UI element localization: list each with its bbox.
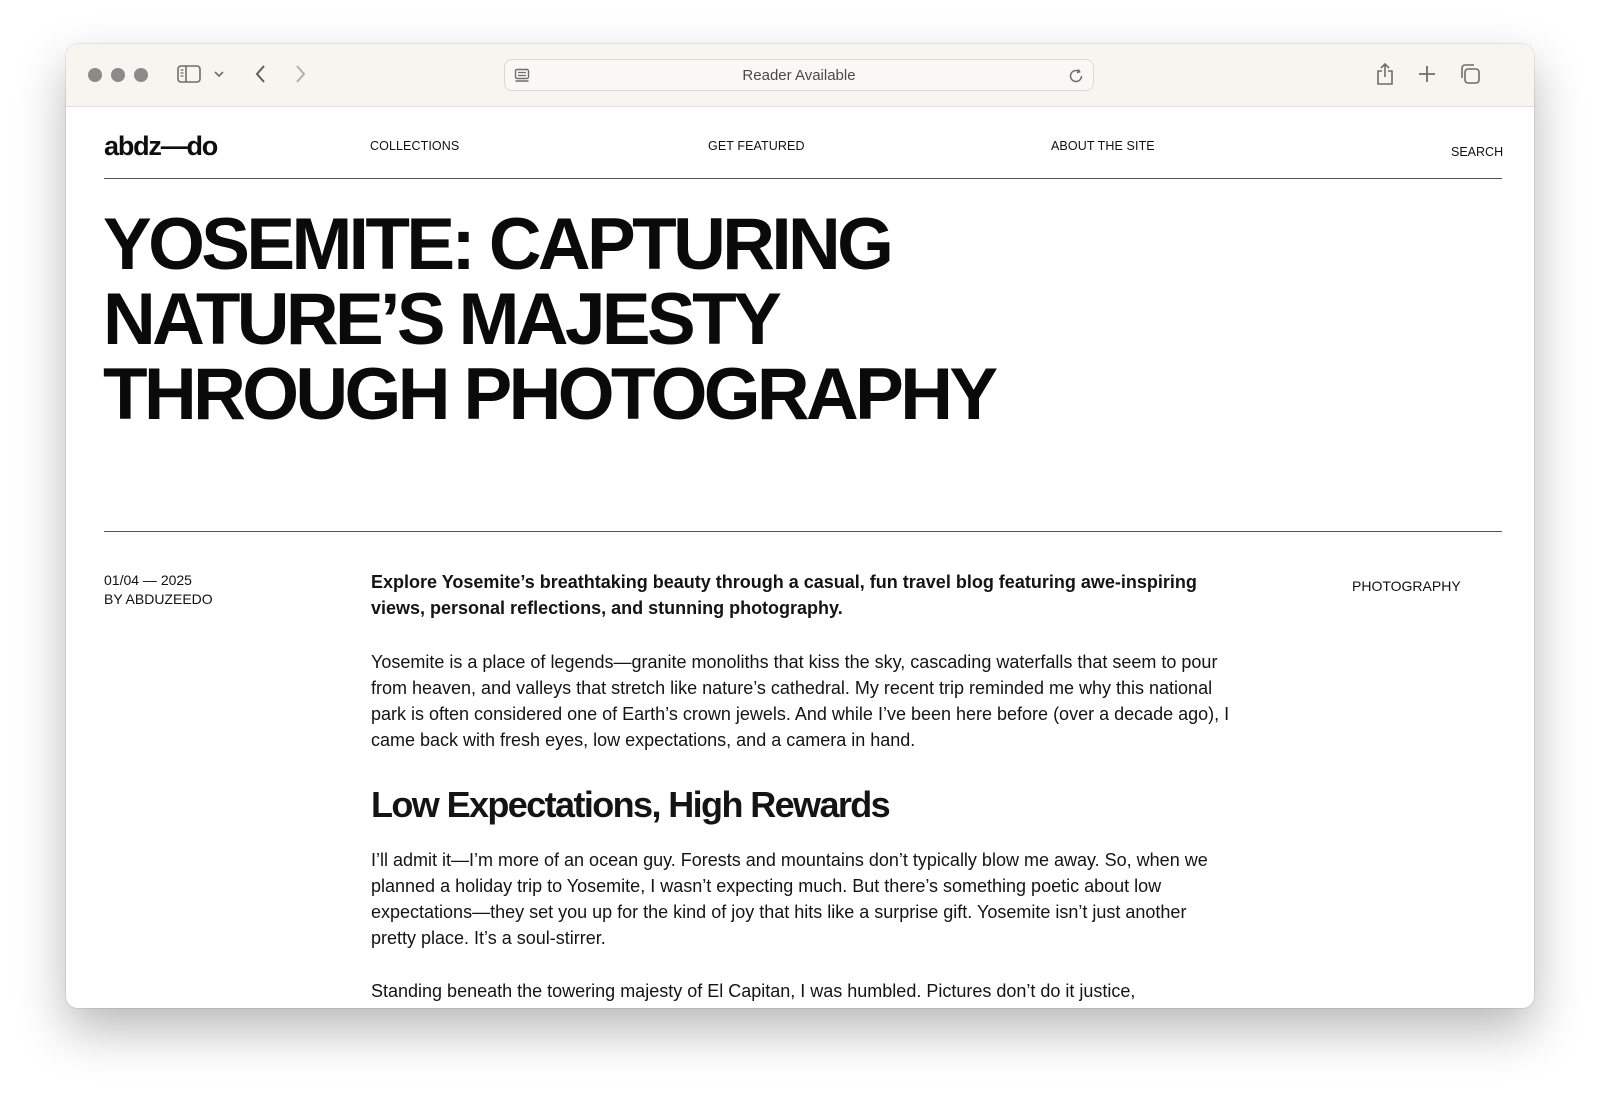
forward-arrow-icon[interactable] bbox=[290, 62, 310, 86]
header-divider bbox=[104, 178, 1502, 179]
nav-get-featured[interactable]: GET FEATURED bbox=[708, 139, 805, 153]
address-bar-text: Reader Available bbox=[742, 66, 856, 84]
share-icon[interactable] bbox=[1374, 60, 1396, 88]
article-lede: Explore Yosemite’s breathtaking beauty t… bbox=[371, 572, 1197, 618]
back-arrow-icon[interactable] bbox=[250, 62, 270, 86]
nav-about-the-site[interactable]: ABOUT THE SITE bbox=[1051, 139, 1155, 153]
article-paragraph: Yosemite is a place of legends—granite m… bbox=[371, 652, 1230, 750]
chevron-down-icon[interactable] bbox=[212, 66, 226, 82]
article-byline[interactable]: BY ABDUZEEDO bbox=[104, 590, 213, 609]
browser-toolbar: Reader Available bbox=[66, 44, 1534, 107]
plus-icon[interactable] bbox=[1416, 63, 1438, 85]
close-window-button[interactable] bbox=[88, 68, 102, 82]
sidebar-icon[interactable] bbox=[176, 63, 202, 85]
search-input[interactable] bbox=[1296, 160, 1448, 179]
browser-window: Reader Available abdz—do COLLECTIONS GET… bbox=[66, 44, 1534, 1008]
tab-overview-icon[interactable] bbox=[1458, 62, 1482, 86]
section-heading: Low Expectations, High Rewards bbox=[371, 784, 891, 825]
reload-icon[interactable] bbox=[1067, 67, 1085, 85]
minimize-window-button[interactable] bbox=[111, 68, 125, 82]
article-category[interactable]: PHOTOGRAPHY bbox=[1352, 578, 1461, 594]
nav-collections[interactable]: COLLECTIONS bbox=[370, 139, 459, 153]
article-title: YOSEMITE: CAPTURING NATURE’S MAJESTY THR… bbox=[103, 204, 998, 435]
address-bar[interactable]: Reader Available bbox=[504, 59, 1094, 91]
search-button[interactable]: SEARCH bbox=[1451, 145, 1503, 159]
web-page: abdz—do COLLECTIONS GET FEATURED ABOUT T… bbox=[66, 107, 1534, 1008]
article-date: 01/04 — 2025 bbox=[104, 572, 192, 588]
site-logo[interactable]: abdz—do bbox=[104, 131, 218, 162]
zoom-window-button[interactable] bbox=[134, 68, 148, 82]
title-divider bbox=[104, 531, 1502, 532]
article-paragraph: Standing beneath the towering majesty of… bbox=[371, 981, 1136, 1001]
article-body: Explore Yosemite’s breathtaking beauty t… bbox=[371, 569, 1231, 1004]
article-paragraph: I’ll admit it—I’m more of an ocean guy. … bbox=[371, 850, 1208, 948]
